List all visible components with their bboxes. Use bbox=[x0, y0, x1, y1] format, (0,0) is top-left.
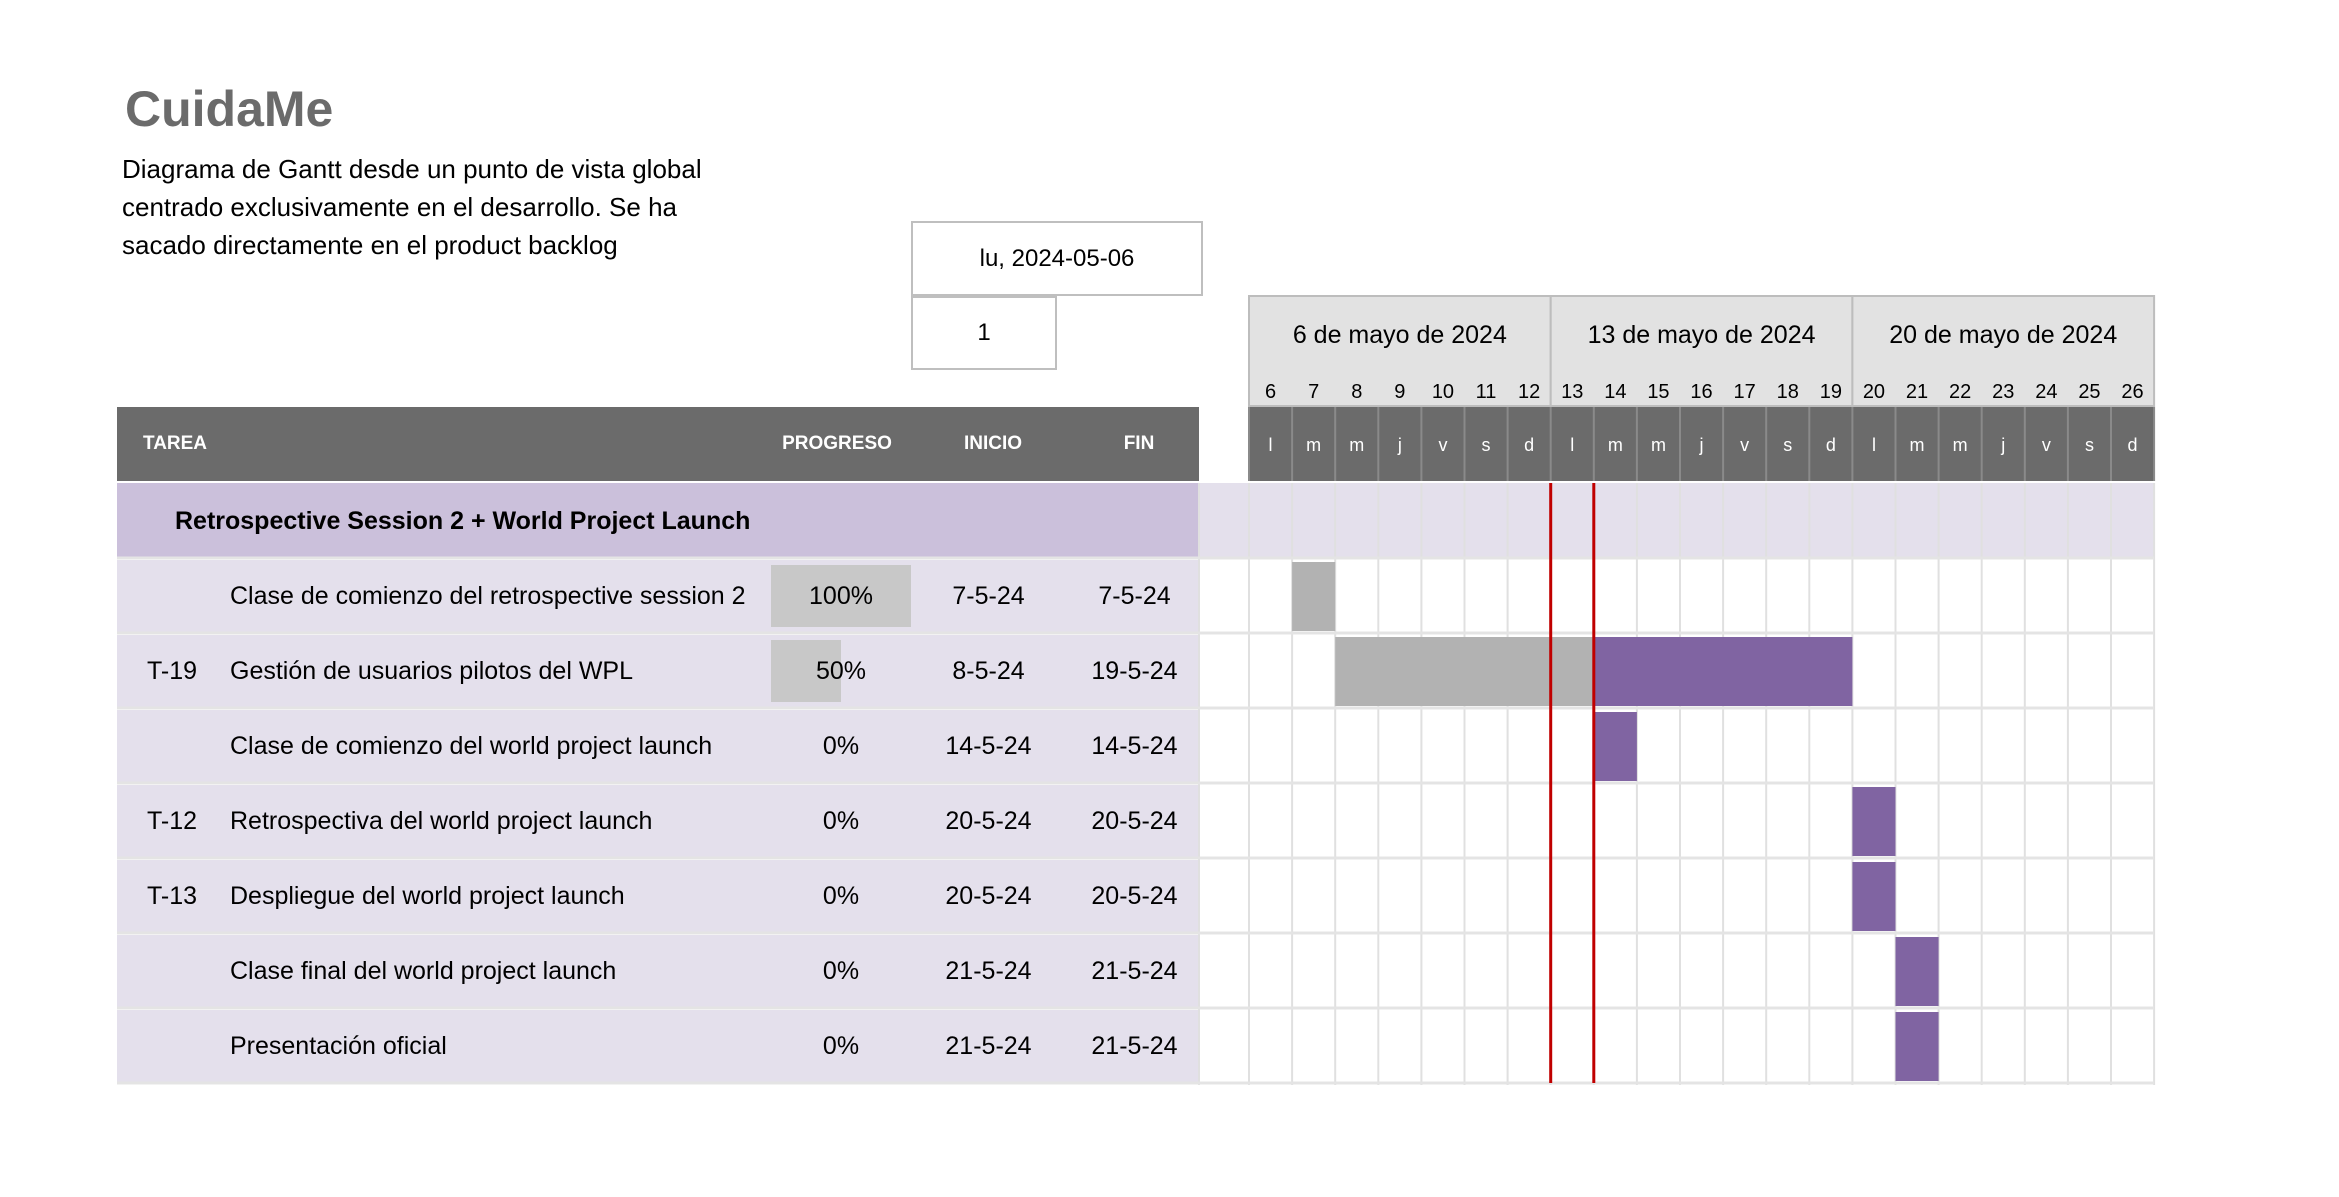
task-grid-row bbox=[1199, 860, 2155, 932]
weekday-letter: d bbox=[2128, 435, 2138, 455]
weekday-letter: s bbox=[1482, 435, 1491, 455]
day-number: 26 bbox=[2121, 381, 2143, 403]
task-grid-row bbox=[1199, 1010, 2155, 1082]
weekday-letter: s bbox=[2085, 435, 2094, 455]
weekday-letter: m bbox=[1306, 435, 1321, 455]
day-number: 20 bbox=[1863, 381, 1885, 403]
task-bar-remaining bbox=[1895, 937, 1939, 1006]
weekday-letter: m bbox=[1349, 435, 1364, 455]
week-label: 20 de mayo de 2024 bbox=[1889, 321, 2117, 349]
weekday-letter: m bbox=[1608, 435, 1623, 455]
day-number: 12 bbox=[1518, 381, 1540, 403]
weekday-letter: s bbox=[1783, 435, 1792, 455]
day-number: 25 bbox=[2078, 381, 2100, 403]
gantt-chart: 6 de mayo de 2024 13 de mayo de 2024 20 de… bbox=[117, 295, 2156, 1085]
week-label: 6 de mayo de 2024 bbox=[1293, 321, 1507, 349]
task-grid-row bbox=[1199, 710, 2155, 782]
task-bar-remaining bbox=[1593, 637, 1853, 706]
weekday-letter: j bbox=[1699, 435, 1704, 455]
task-bar-remaining bbox=[1852, 787, 1896, 856]
weekday-letter: v bbox=[1438, 435, 1447, 455]
task-grid-row bbox=[1199, 560, 2155, 632]
day-number: 8 bbox=[1351, 381, 1362, 403]
day-number: 23 bbox=[1992, 381, 2014, 403]
weekday-letter: l bbox=[1872, 435, 1876, 455]
day-number: 7 bbox=[1308, 381, 1319, 403]
task-grid-row bbox=[1199, 935, 2155, 1007]
weekday-letter: d bbox=[1826, 435, 1836, 455]
day-number: 16 bbox=[1690, 381, 1712, 403]
day-number: 24 bbox=[2035, 381, 2057, 403]
weekday-letter: m bbox=[1953, 435, 1968, 455]
day-number: 21 bbox=[1906, 381, 1928, 403]
day-number: 19 bbox=[1820, 381, 1842, 403]
weekday-letter: j bbox=[2000, 435, 2005, 455]
day-number: 22 bbox=[1949, 381, 1971, 403]
task-bar-remaining bbox=[1895, 1012, 1939, 1081]
task-bar-remaining bbox=[1593, 712, 1637, 781]
weekday-letter: j bbox=[1397, 435, 1402, 455]
day-number: 9 bbox=[1394, 381, 1405, 403]
day-number: 10 bbox=[1432, 381, 1454, 403]
day-number: 6 bbox=[1265, 381, 1276, 403]
weekday-letter: d bbox=[1524, 435, 1534, 455]
day-number: 14 bbox=[1604, 381, 1626, 403]
day-number: 13 bbox=[1561, 381, 1583, 403]
weekday-letter: v bbox=[2042, 435, 2051, 455]
task-bar-done bbox=[1335, 637, 1594, 706]
weekday-letter: l bbox=[1570, 435, 1574, 455]
task-bar-remaining bbox=[1852, 862, 1896, 931]
weekday-letter: m bbox=[1910, 435, 1925, 455]
task-grid-row bbox=[1199, 785, 2155, 857]
day-number: 11 bbox=[1476, 381, 1497, 403]
day-number: 15 bbox=[1647, 381, 1669, 403]
weekday-letter: l bbox=[1269, 435, 1273, 455]
week-label: 13 de mayo de 2024 bbox=[1588, 321, 1816, 349]
weekday-letter: m bbox=[1651, 435, 1666, 455]
section-grid-row bbox=[1199, 483, 2155, 558]
day-number: 17 bbox=[1734, 381, 1756, 403]
day-number: 18 bbox=[1777, 381, 1799, 403]
task-bar-done bbox=[1292, 562, 1336, 631]
weekday-letter: v bbox=[1740, 435, 1749, 455]
